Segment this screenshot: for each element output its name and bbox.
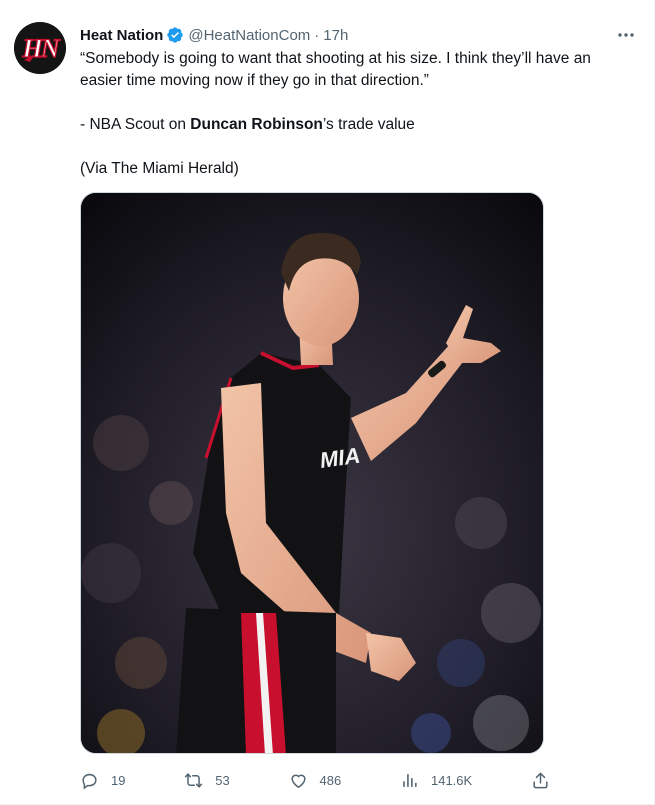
player-photo: MIA (81, 193, 543, 753)
avatar[interactable]: HN (14, 22, 66, 74)
share-button[interactable] (531, 771, 550, 790)
repost-count: 53 (215, 772, 230, 788)
repost-icon (185, 772, 203, 788)
attribution-prefix: - NBA Scout on (80, 116, 191, 133)
tweet-text: “Somebody is going to want that shooting… (80, 48, 635, 180)
views-button[interactable]: 141.6K (400, 771, 472, 790)
attribution-name: Duncan Robinson (190, 116, 323, 133)
author-handle[interactable]: @HeatNationCom (188, 27, 310, 44)
heart-icon (290, 774, 306, 788)
views-count: 141.6K (430, 772, 473, 788)
tweet-photo[interactable]: MIA (80, 192, 544, 754)
like-button[interactable]: 486 (289, 771, 342, 790)
tweet-card[interactable]: HN Heat Nation @HeatNationCom · 17h “Som… (0, 0, 655, 805)
share-icon (533, 772, 548, 788)
header-separator: · (314, 26, 320, 44)
tweet-actions: 19 53 486 141.6K (80, 765, 550, 795)
tweet-via: (Via The Miami Herald) (80, 160, 239, 177)
author-name[interactable]: Heat Nation (80, 27, 163, 44)
timestamp[interactable]: 17h (323, 27, 348, 44)
tweet-quote: “Somebody is going to want that shooting… (80, 50, 591, 89)
tweet-attribution: - NBA Scout on Duncan Robinson’s trade v… (80, 114, 635, 136)
like-count: 486 (319, 772, 342, 788)
more-options-icon[interactable] (616, 26, 636, 44)
reply-button[interactable]: 19 (80, 771, 125, 790)
tweet-header: Heat Nation @HeatNationCom · 17h (80, 24, 634, 46)
verified-badge-icon (166, 26, 184, 44)
reply-count: 19 (111, 772, 126, 788)
reply-icon (82, 773, 97, 790)
attribution-suffix: ’s trade value (322, 116, 415, 133)
analytics-icon (403, 773, 417, 787)
heat-nation-logo-icon: HN (14, 22, 66, 74)
repost-button[interactable]: 53 (184, 771, 230, 790)
